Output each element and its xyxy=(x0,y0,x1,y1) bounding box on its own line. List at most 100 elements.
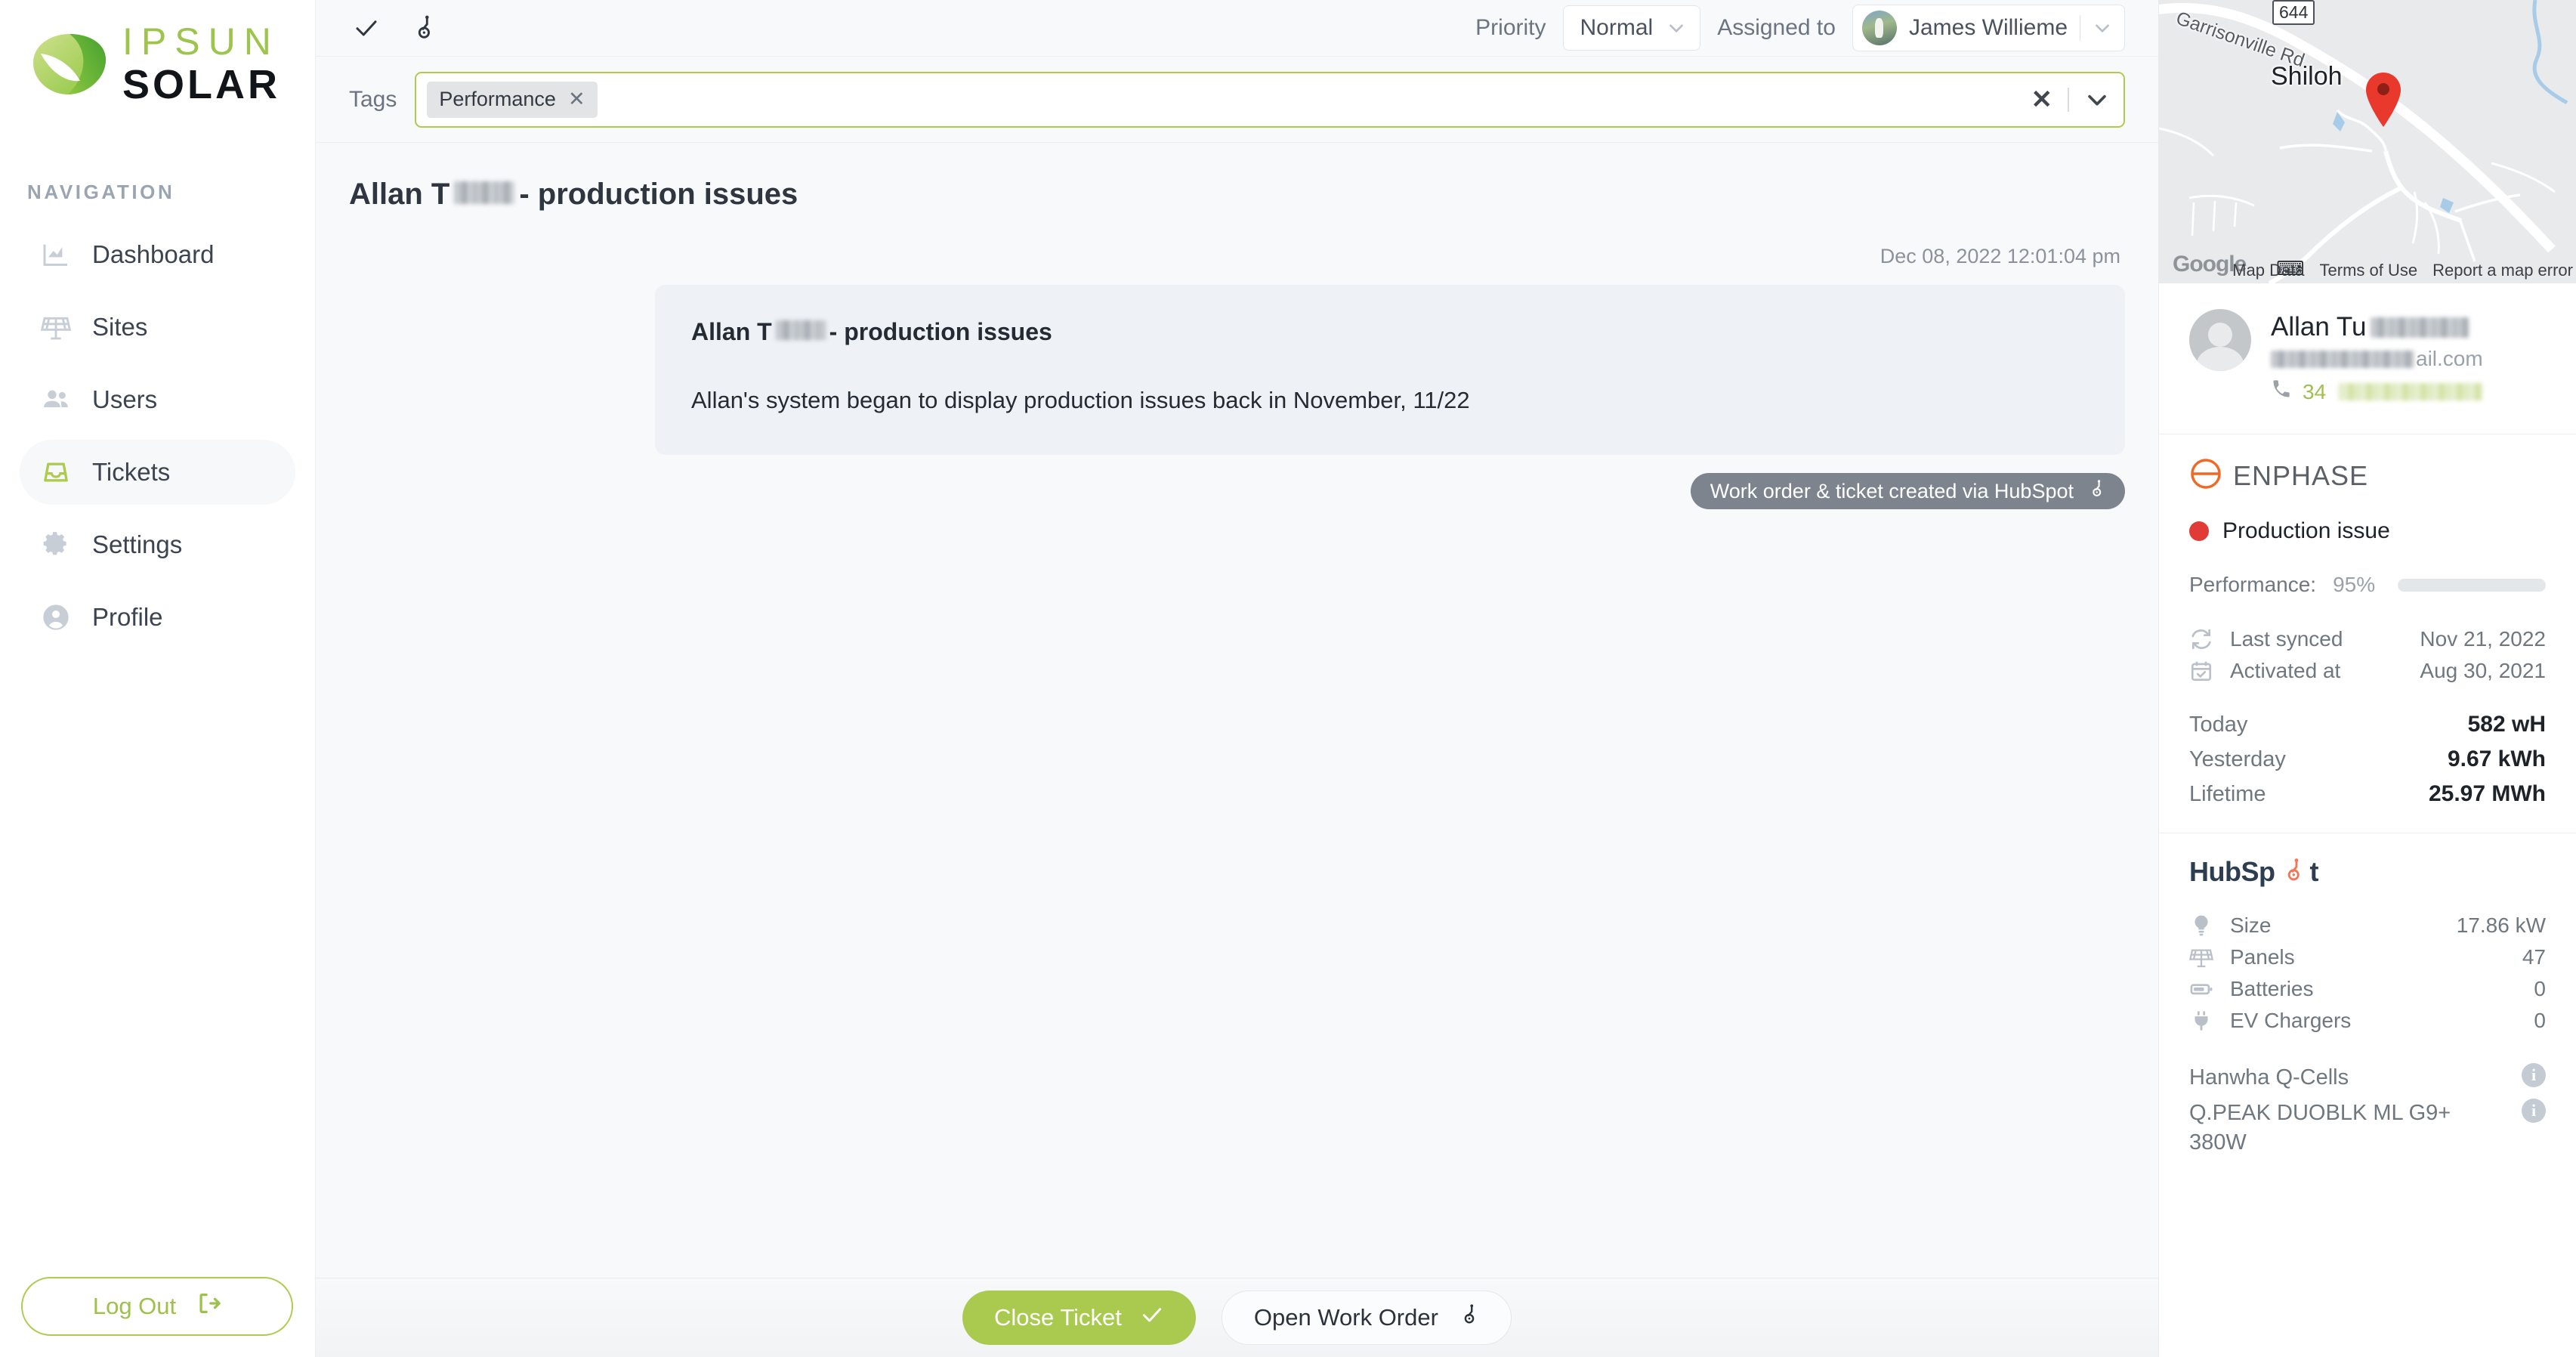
report-map-error-link[interactable]: Report a map error xyxy=(2432,261,2573,280)
production-value: 25.97 MWh xyxy=(2428,781,2546,806)
toolbar-meta: Priority Normal Assigned to James Willie… xyxy=(1475,5,2125,51)
ticket-detail-panel: Priority Normal Assigned to James Willie… xyxy=(316,0,2159,1357)
priority-label: Priority xyxy=(1475,15,1546,40)
meta-row-last-synced: Last synced Nov 21, 2022 xyxy=(2189,627,2546,651)
brand-name-top: IPSUN xyxy=(122,20,280,63)
assignee-select[interactable]: James Willieme xyxy=(1852,5,2125,51)
site-map[interactable]: Garrisonville Rd 644 Shiloh Google ⌨ Map… xyxy=(2159,0,2576,283)
customer-phone[interactable]: 34 xyxy=(2271,379,2483,405)
check-icon[interactable] xyxy=(349,11,384,45)
performance-bar xyxy=(2398,578,2546,592)
sidebar-item-label: Dashboard xyxy=(92,240,215,268)
equipment-row-model: Q.PEAK DUOBLK ML G9+ 380W i xyxy=(2189,1099,2546,1158)
sidebar-item-label: Profile xyxy=(92,603,163,631)
tags-actions: ✕ xyxy=(2031,87,2117,113)
sidebar-item-dashboard[interactable]: Dashboard xyxy=(20,222,295,287)
spec-key: EV Chargers xyxy=(2230,1009,2352,1032)
chart-area-icon xyxy=(41,240,71,270)
enphase-meta-list: Last synced Nov 21, 2022 Activated at Au… xyxy=(2189,627,2546,683)
hubspot-sprocket-icon[interactable] xyxy=(405,11,440,45)
hubspot-wordmark-tail: t xyxy=(2309,856,2318,887)
enphase-e-icon xyxy=(2189,457,2222,494)
x-icon[interactable]: ✕ xyxy=(568,88,585,111)
tag-chip-label: Performance xyxy=(439,88,556,110)
map-credits: Map Data Terms of Use Report a map error xyxy=(2232,261,2576,280)
hubspot-logo: HubSp t xyxy=(2189,856,2546,888)
sidebar-item-tickets[interactable]: Tickets xyxy=(20,440,295,505)
terms-of-use-link[interactable]: Terms of Use xyxy=(2320,261,2418,280)
status-dot-icon xyxy=(2189,521,2209,541)
solar-panel-icon xyxy=(41,312,71,342)
production-list: Today 582 wH Yesterday 9.67 kWh Lifetime… xyxy=(2189,712,2546,807)
page-title-suffix: - production issues xyxy=(519,178,798,211)
production-key: Yesterday xyxy=(2189,747,2286,771)
sync-icon xyxy=(2189,627,2213,651)
hubspot-section: HubSp t Size 17.86 kW Panels 47 Batterie… xyxy=(2159,833,2576,1183)
sidebar-item-label: Settings xyxy=(92,530,183,558)
spec-value: 47 xyxy=(2522,945,2546,969)
equipment-list: Hanwha Q-Cells i Q.PEAK DUOBLK ML G9+ 38… xyxy=(2189,1063,2546,1158)
close-ticket-button[interactable]: Close Ticket xyxy=(962,1291,1196,1345)
status-badge: Work order & ticket created via HubSpot xyxy=(1690,473,2125,509)
brand-logo[interactable]: IPSUN SOLAR xyxy=(0,0,315,105)
message-heading: Allan T - production issues xyxy=(691,318,2089,346)
meta-value: Aug 30, 2021 xyxy=(2420,659,2546,682)
sidebar-item-label: Tickets xyxy=(92,458,171,486)
badge-row: Work order & ticket created via HubSpot xyxy=(349,473,2125,509)
enphase-section: ENPHASE Production issue Performance: 95… xyxy=(2159,434,2576,833)
ticket-footer: Close Ticket Open Work Order xyxy=(316,1278,2158,1357)
phone-icon xyxy=(2271,379,2292,405)
equipment-text: Q.PEAK DUOBLK ML G9+ 380W xyxy=(2189,1101,2451,1155)
sidebar-nav: Dashboard Sites Users Tickets Settings P… xyxy=(0,222,315,650)
info-icon[interactable]: i xyxy=(2522,1099,2546,1124)
redacted-email xyxy=(2271,350,2414,368)
hubspot-spec-list: Size 17.86 kW Panels 47 Batteries 0 EV C… xyxy=(2189,913,2546,1033)
leaf-logo-icon xyxy=(27,28,112,100)
hubspot-sprocket-icon xyxy=(1456,1303,1479,1332)
customer-name: Allan Tu xyxy=(2271,312,2483,342)
map-data-link[interactable]: Map Data xyxy=(2232,261,2304,280)
clear-x-icon[interactable]: ✕ xyxy=(2031,87,2053,113)
users-icon xyxy=(41,385,71,415)
hubspot-sprocket-icon xyxy=(2086,479,2105,504)
solar-panel-icon xyxy=(2189,945,2213,969)
info-icon[interactable]: i xyxy=(2522,1063,2546,1087)
meta-key: Last synced xyxy=(2230,627,2343,651)
open-work-order-button[interactable]: Open Work Order xyxy=(1221,1291,1512,1345)
check-icon xyxy=(1140,1303,1164,1333)
avatar-placeholder-icon xyxy=(2189,309,2251,371)
calendar-check-icon xyxy=(2189,659,2213,683)
divider xyxy=(2068,87,2069,112)
sidebar-item-settings[interactable]: Settings xyxy=(20,512,295,577)
tag-chip-performance[interactable]: Performance ✕ xyxy=(427,81,598,118)
map-city-label: Shiloh xyxy=(2271,62,2343,91)
priority-select[interactable]: Normal xyxy=(1562,5,1701,51)
brand-wordmark: IPSUN SOLAR xyxy=(122,23,280,105)
redacted-surname xyxy=(2371,317,2469,338)
equipment-row-manufacturer: Hanwha Q-Cells i xyxy=(2189,1063,2546,1093)
ev-plug-icon xyxy=(2189,1009,2213,1033)
production-row-yesterday: Yesterday 9.67 kWh xyxy=(2189,747,2546,772)
spec-value: 0 xyxy=(2534,1009,2546,1032)
redacted-surname xyxy=(454,181,515,204)
sidebar-item-users[interactable]: Users xyxy=(20,367,295,432)
enphase-wordmark: ENPHASE xyxy=(2233,459,2369,491)
message-body: Allan's system began to display producti… xyxy=(691,387,1470,413)
user-circle-icon xyxy=(41,602,71,632)
spec-key: Batteries xyxy=(2230,977,2314,1000)
sidebar-item-profile[interactable]: Profile xyxy=(20,585,295,650)
page-title-prefix: Allan T xyxy=(349,178,450,211)
message-timestamp: Dec 08, 2022 12:01:04 pm xyxy=(1879,245,2120,267)
chevron-down-icon xyxy=(2093,18,2112,38)
tags-input[interactable]: Performance ✕ ✕ xyxy=(415,71,2125,128)
assignee-name: James Willieme xyxy=(1908,15,2068,40)
logout-button[interactable]: Log Out xyxy=(21,1277,293,1336)
chevron-down-icon[interactable] xyxy=(2084,87,2110,113)
close-ticket-label: Close Ticket xyxy=(994,1304,1122,1331)
sidebar-item-sites[interactable]: Sites xyxy=(20,295,295,360)
customer-email-suffix: ail.com xyxy=(2416,347,2483,370)
hubspot-sprocket-icon xyxy=(2279,858,2305,887)
battery-icon xyxy=(2189,977,2213,1001)
meta-value: Nov 21, 2022 xyxy=(2420,627,2546,651)
customer-email[interactable]: ail.com xyxy=(2271,347,2483,371)
